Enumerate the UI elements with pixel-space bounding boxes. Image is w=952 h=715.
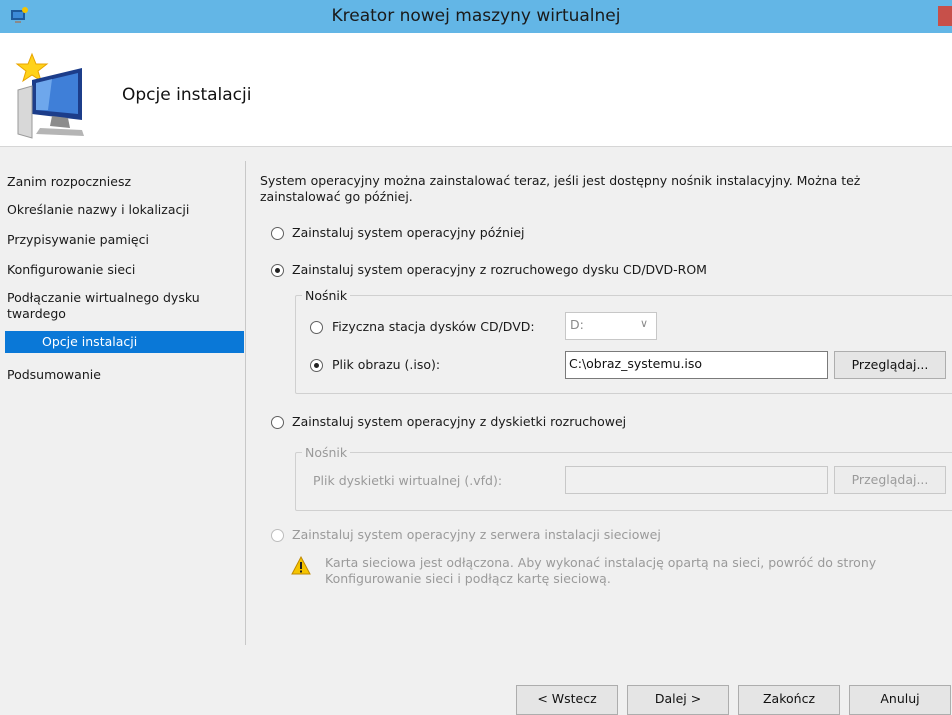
chevron-down-icon: ∨ [639,317,648,330]
cancel-button[interactable]: Anuluj [849,685,951,715]
page-title: Opcje instalacji [122,85,252,105]
computer-wizard-icon [15,52,84,139]
install-floppy-label[interactable]: Zainstaluj system operacyjny z dyskietki… [292,414,626,429]
intro-text: System operacyjny można zainstalować ter… [260,173,861,204]
floppy-path-input[interactable] [565,466,828,494]
nav-item-label: Opcje instalacji [42,334,138,349]
nav-item-name-location[interactable]: Określanie nazwy i lokalizacji [7,202,244,218]
nav-item-summary[interactable]: Podsumowanie [7,367,244,383]
install-cd-label[interactable]: Zainstaluj system operacyjny z rozruchow… [292,262,707,277]
next-button[interactable]: Dalej > [627,685,729,715]
warning-icon [291,556,311,575]
install-later-radio[interactable] [271,227,284,240]
iso-path-input[interactable]: C:\obraz_systemu.iso [565,351,828,379]
cd-media-group [295,295,952,394]
image-file-radio[interactable] [310,359,323,372]
nav-divider [245,161,246,645]
install-floppy-radio[interactable] [271,416,284,429]
install-later-label[interactable]: Zainstaluj system operacyjny później [292,225,525,240]
finish-button[interactable]: Zakończ [738,685,840,715]
physical-drive-label[interactable]: Fizyczna stacja dysków CD/DVD: [332,319,535,334]
install-network-radio[interactable] [271,529,284,542]
browse-floppy-button[interactable]: Przeglądaj... [834,466,946,494]
drive-select-value: D: [570,317,584,332]
network-warning-text: Karta sieciowa jest odłączona. Aby wykon… [325,555,877,586]
nav-item-virtual-disk[interactable]: Podłączanie wirtualnego dysku twardego [7,290,207,322]
install-network-label: Zainstaluj system operacyjny z serwera i… [292,527,661,542]
back-button[interactable]: < Wstecz [516,685,618,715]
image-file-label[interactable]: Plik obrazu (.iso): [332,357,440,372]
drive-select[interactable]: D: ∨ [565,312,657,340]
window-title: Kreator nowej maszyny wirtualnej [331,6,621,26]
wizard-header: Opcje instalacji [0,33,952,147]
floppy-file-label: Plik dyskietki wirtualnej (.vfd): [313,473,503,488]
cd-media-group-label: Nośnik [302,288,351,303]
title-bar[interactable]: Kreator nowej maszyny wirtualnej [0,0,952,33]
nav-item-memory[interactable]: Przypisywanie pamięci [7,232,244,248]
browse-iso-button[interactable]: Przeglądaj... [834,351,946,379]
install-cd-radio[interactable] [271,264,284,277]
nav-item-installation-options[interactable]: Opcje instalacji [5,331,244,353]
iso-path-value: C:\obraz_systemu.iso [569,356,703,371]
nav-item-before-you-begin[interactable]: Zanim rozpoczniesz [7,174,244,190]
nav-item-networking[interactable]: Konfigurowanie sieci [7,262,244,278]
floppy-media-group-label: Nośnik [302,445,351,460]
close-button[interactable] [938,6,952,26]
physical-drive-radio[interactable] [310,321,323,334]
